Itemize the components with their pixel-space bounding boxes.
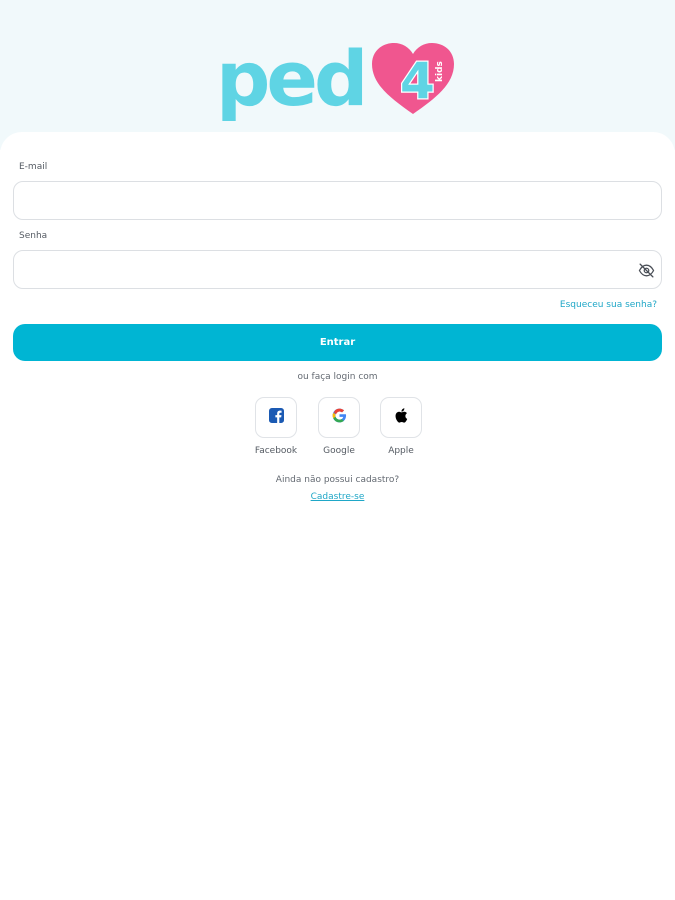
- password-field[interactable]: [14, 251, 661, 288]
- password-label: Senha: [19, 231, 48, 241]
- apple-icon: [394, 408, 408, 427]
- app-logo: ped 4 kids: [216, 40, 461, 118]
- signup-prompt: Ainda não possui cadastro?: [275, 475, 400, 485]
- signup-link[interactable]: Cadastre-se: [0, 492, 675, 502]
- google-login-button[interactable]: [318, 397, 360, 438]
- email-field-container: [13, 181, 662, 220]
- eye-off-icon[interactable]: [638, 262, 655, 279]
- google-label: Google: [323, 446, 355, 456]
- facebook-login-button[interactable]: [255, 397, 297, 438]
- svg-text:kids: kids: [435, 61, 445, 82]
- svg-text:4: 4: [400, 52, 435, 110]
- facebook-label: Facebook: [254, 446, 298, 456]
- facebook-icon: [268, 408, 284, 427]
- password-field-container: [13, 250, 662, 289]
- apple-login-button[interactable]: [380, 397, 422, 438]
- login-card: [0, 132, 675, 900]
- social-login-prompt: ou faça login com: [297, 372, 378, 382]
- logo-wordmark: ped: [216, 34, 368, 123]
- heart-logo-icon: 4 kids: [370, 42, 456, 118]
- email-field[interactable]: [14, 182, 661, 219]
- forgot-password-link[interactable]: Esqueceu sua senha?: [560, 300, 657, 310]
- email-label: E-mail: [19, 162, 48, 172]
- login-screen: ped 4 kids E-mail Senha Esqueceu sua sen…: [0, 0, 675, 900]
- google-icon: [332, 408, 347, 427]
- login-button[interactable]: Entrar: [13, 324, 662, 361]
- apple-label: Apple: [388, 446, 414, 456]
